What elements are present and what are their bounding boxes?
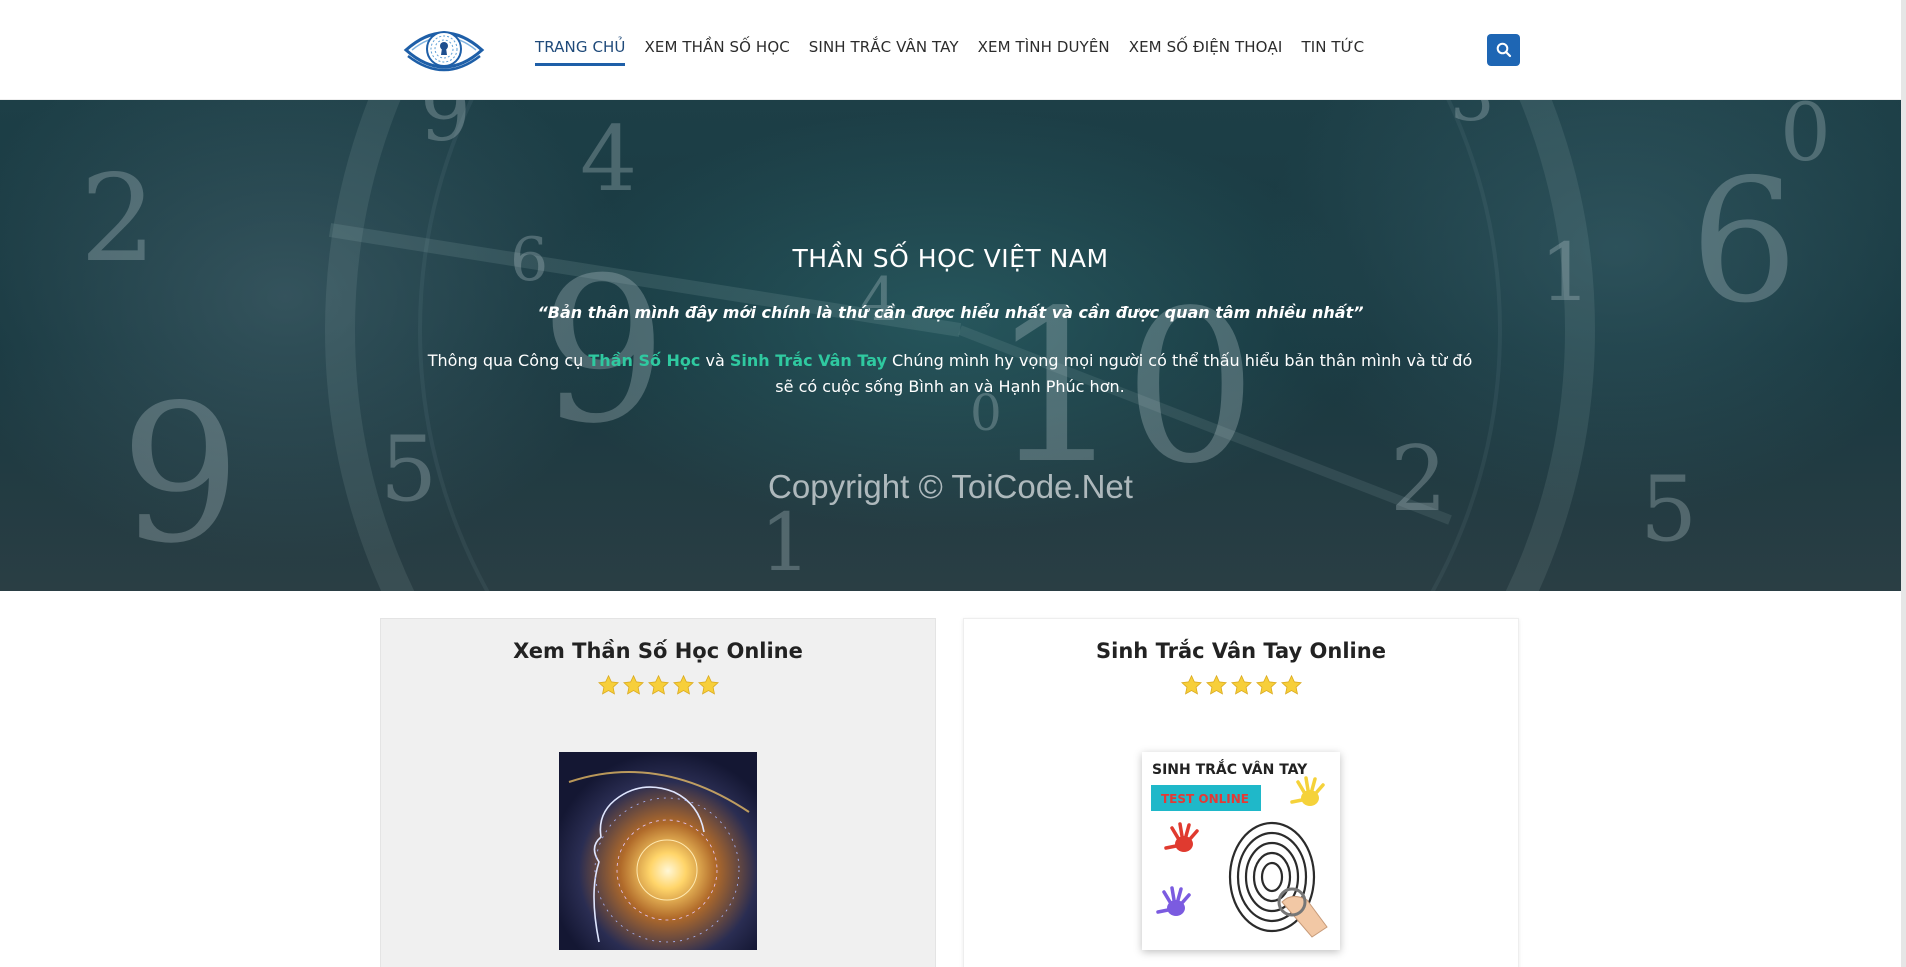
svg-text:4: 4: [860, 265, 898, 335]
svg-text:1: 1: [760, 496, 811, 589]
hero-quote: “Bản thân mình đây mới chính là thứ cần …: [537, 303, 1364, 322]
star-icon: [1280, 674, 1302, 695]
hero-desc-text: Thông qua Công cụ: [427, 351, 589, 370]
link-fingerprint[interactable]: Sinh Trắc Vân Tay: [730, 351, 887, 370]
rating-stars: [964, 674, 1518, 697]
nav-item-fingerprint[interactable]: SINH TRẮC VÂN TAY: [809, 38, 959, 66]
card-title: Sinh Trắc Vân Tay Online: [1096, 639, 1386, 663]
copyright-watermark: Copyright © ToiCode.Net: [768, 468, 1133, 505]
fingerprint-image-heading: SINH TRẮC VÂN TAY: [1152, 759, 1308, 778]
star-icon: [697, 674, 719, 695]
nav-item-news[interactable]: TIN TỨC: [1301, 38, 1364, 66]
hero-banner: 2 9 5 9 4 6 9 4 10 0 2 5 6 1 3 1 0 THẦN …: [0, 100, 1901, 591]
card-numerology[interactable]: Xem Thần Số Học Online: [380, 618, 936, 967]
nav-item-phone-number[interactable]: XEM SỐ ĐIỆN THOẠI: [1129, 38, 1283, 66]
link-numerology[interactable]: Thần Số Học: [588, 351, 700, 370]
clock-numbers-background: 2 9 5 9 4 6 9 4 10 0 2 5 6 1 3 1 0: [80, 100, 1831, 591]
eye-logo-icon[interactable]: [402, 22, 486, 78]
star-icon: [622, 674, 644, 695]
svg-text:4: 4: [580, 107, 637, 212]
svg-text:0: 0: [1780, 100, 1831, 179]
nav-item-numerology[interactable]: XEM THẦN SỐ HỌC: [644, 38, 789, 66]
search-button[interactable]: [1487, 34, 1520, 66]
nav-item-love[interactable]: XEM TÌNH DUYÊN: [978, 38, 1110, 66]
svg-text:9: 9: [420, 100, 471, 159]
star-icon: [647, 674, 669, 695]
hero-description: Thông qua Công cụ Thần Số Học và Sinh Tr…: [420, 348, 1480, 400]
star-icon: [597, 674, 619, 695]
star-icon: [1205, 674, 1227, 695]
site-header: TRANG CHỦ XEM THẦN SỐ HỌC SINH TRẮC VÂN …: [0, 0, 1906, 100]
hero-title: THẦN SỐ HỌC VIỆT NAM: [792, 244, 1109, 273]
star-icon: [672, 674, 694, 695]
fingerprint-image[interactable]: SINH TRẮC VÂN TAY TEST ONLINE: [1142, 752, 1340, 950]
numerology-image[interactable]: [559, 752, 757, 950]
search-icon: [1496, 42, 1511, 58]
star-icon: [1180, 674, 1202, 695]
hero-desc-text: và: [700, 351, 730, 370]
rating-stars: [381, 674, 935, 697]
vertical-scrollbar[interactable]: [1901, 0, 1906, 967]
svg-text:3: 3: [1450, 100, 1495, 137]
main-nav: TRANG CHỦ XEM THẦN SỐ HỌC SINH TRẮC VÂN …: [535, 38, 1364, 66]
test-online-badge: TEST ONLINE: [1161, 792, 1249, 806]
star-icon: [1255, 674, 1277, 695]
card-fingerprint[interactable]: Sinh Trắc Vân Tay Online SINH TRẮC VÂN T…: [963, 618, 1519, 967]
nav-item-home[interactable]: TRANG CHỦ: [535, 38, 626, 66]
card-title: Xem Thần Số Học Online: [513, 639, 803, 663]
star-icon: [1230, 674, 1252, 695]
